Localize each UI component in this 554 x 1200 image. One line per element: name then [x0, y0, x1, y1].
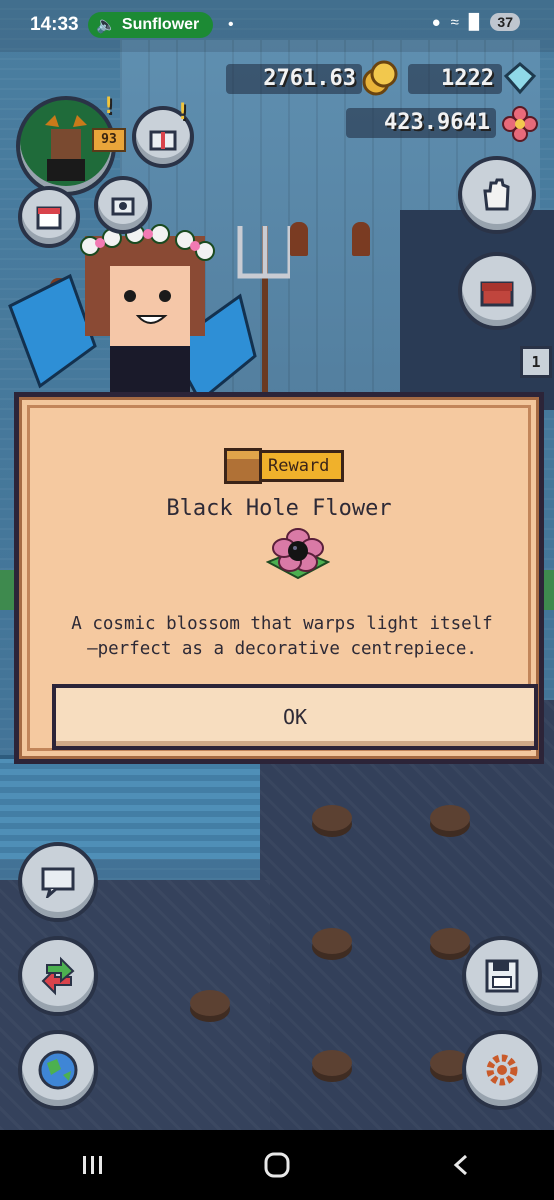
modal-panel: Reward Black Hole Flower A cosmic blosso…: [27, 405, 538, 751]
tree-stump[interactable]: [430, 928, 470, 954]
home-icon: [264, 1152, 290, 1178]
swap-arrows-icon: [41, 956, 75, 996]
back-chevron-icon: [453, 1154, 467, 1176]
settings-button[interactable]: [462, 1030, 542, 1110]
flower-token-icon: [500, 104, 540, 144]
coins-icon: [360, 58, 400, 98]
chest-button[interactable]: [458, 252, 536, 330]
battery-indicator: 37: [490, 13, 520, 31]
reward-badge: Reward: [224, 448, 345, 484]
gear-icon: [486, 1054, 518, 1086]
coins-balance: 2761.63: [226, 64, 362, 94]
back-button[interactable]: [422, 1140, 502, 1190]
swap-button[interactable]: [18, 936, 98, 1016]
black-hole-flower-icon: [266, 528, 330, 580]
tree-stump[interactable]: [312, 928, 352, 954]
alert-icon: !: [176, 100, 190, 125]
system-icons: ● ≈ ▉ 37: [432, 13, 520, 31]
calendar-icon: [36, 206, 62, 230]
gems-balance: 1222: [408, 64, 502, 94]
treasure-chest-icon: [224, 448, 262, 484]
alert-icon: !: [102, 94, 116, 119]
fence-post: [352, 222, 370, 256]
save-button[interactable]: [462, 936, 542, 1016]
reward-modal: Reward Black Hole Flower A cosmic blosso…: [14, 392, 544, 764]
tree-stump[interactable]: [312, 805, 352, 831]
hand-tool-button[interactable]: [458, 156, 536, 234]
reward-description: A cosmic blossom that warps light itself…: [71, 614, 493, 659]
chat-icon: [41, 867, 75, 898]
gem-icon[interactable]: [500, 58, 540, 98]
globe-icon: [38, 1050, 78, 1090]
flower-balance: 423.9641: [346, 108, 496, 138]
reward-title: Black Hole Flower: [166, 496, 392, 521]
app-name: Sunflower: [121, 16, 200, 33]
location-icon: ●: [431, 13, 441, 31]
tree-stump[interactable]: [190, 990, 230, 1016]
world-map-button[interactable]: [18, 1030, 98, 1110]
avatar-portrait-icon: [45, 115, 87, 181]
recents-icon: [83, 1156, 103, 1174]
navigation-bar: [0, 1130, 554, 1200]
active-app-pill[interactable]: 🔈 Sunflower: [88, 12, 214, 38]
ok-button[interactable]: OK: [52, 684, 538, 750]
camera-button[interactable]: [94, 176, 152, 234]
clock: 14:33: [30, 14, 79, 35]
signal-icon: ▉: [468, 14, 481, 31]
tree-stump[interactable]: [312, 1050, 352, 1076]
gift-icon: [149, 130, 177, 151]
wifi-icon: ≈: [450, 13, 459, 31]
tree-stump[interactable]: [430, 805, 470, 831]
grass-strip-left: [0, 570, 14, 610]
notification-dot-icon: •: [228, 16, 234, 33]
chest-icon: [480, 281, 514, 307]
reward-label: Reward: [262, 450, 345, 482]
status-bar: 14:33 🔈 Sunflower • ● ≈ ▉ 37: [0, 0, 554, 52]
fence-post: [290, 222, 308, 256]
calendar-button[interactable]: [18, 186, 80, 248]
recent-apps-button[interactable]: [52, 1140, 132, 1190]
chat-button[interactable]: [18, 842, 98, 922]
level-badge: 93: [92, 128, 126, 152]
save-disk-icon: [485, 959, 519, 993]
hand-icon: [483, 178, 510, 211]
notification-count: 1: [520, 346, 552, 378]
house-roof: [0, 755, 272, 859]
home-button[interactable]: [237, 1140, 317, 1190]
camera-icon: [111, 197, 135, 216]
speaker-icon: 🔈: [96, 17, 116, 34]
